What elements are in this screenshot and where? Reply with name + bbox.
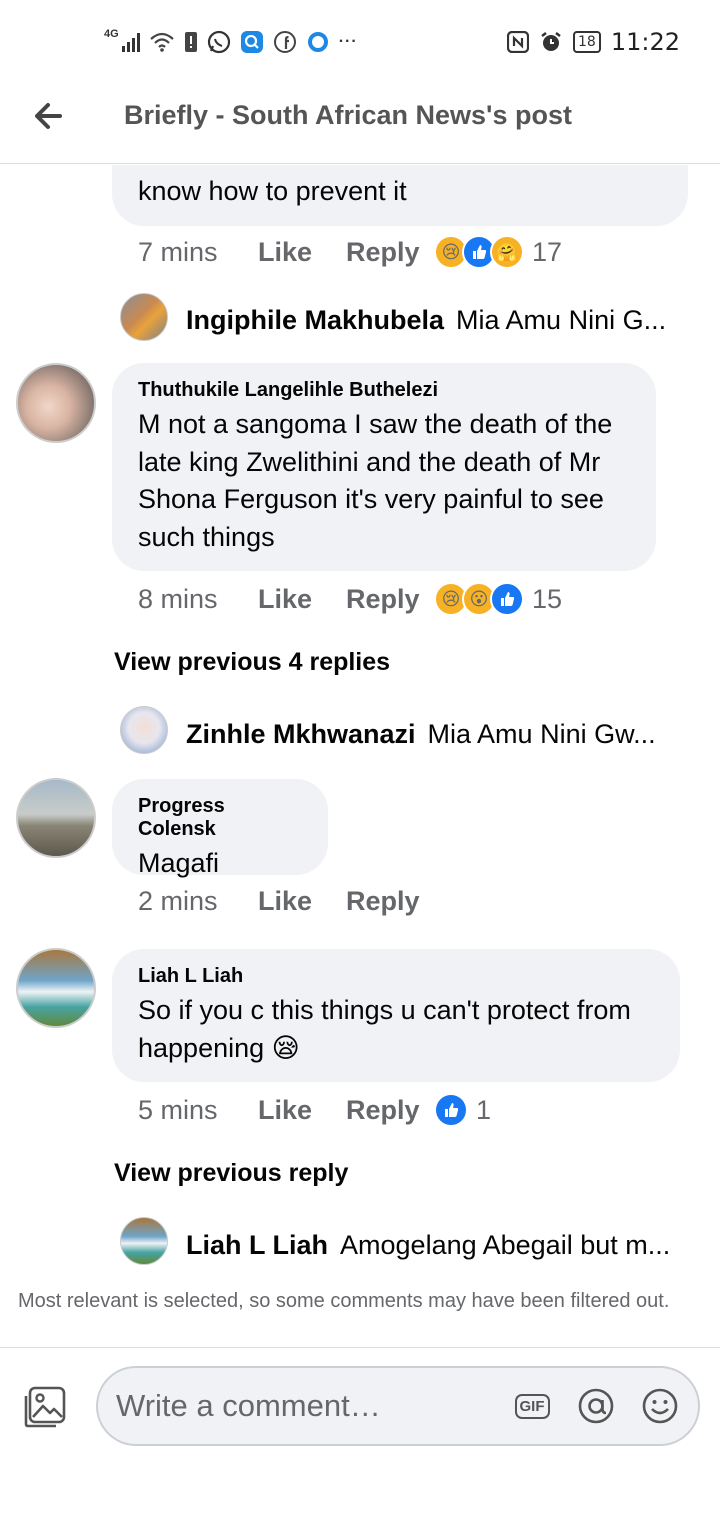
search-app-icon [240, 30, 264, 54]
comment-actions: 8 mins Like Reply 😢 😮 15 [138, 582, 562, 616]
messenger-icon [306, 30, 330, 54]
reply-author: Ingiphile Makhubela [186, 305, 445, 335]
comment-text: So if you c this things u can't protect … [138, 995, 631, 1063]
reply-preview[interactable]: Zinhle Mkhwanazi Mia Amu Nini Gw... [186, 719, 656, 750]
back-arrow-icon[interactable] [30, 96, 70, 136]
avatar[interactable] [16, 363, 96, 443]
alert-icon [184, 31, 198, 53]
comment-author[interactable]: Progress Colensk [138, 795, 302, 841]
reply-author: Liah L Liah [186, 1230, 329, 1260]
like-button[interactable]: Like [258, 886, 346, 917]
wifi-icon [149, 31, 175, 53]
comment-input[interactable] [116, 1382, 496, 1430]
comment-bubble[interactable]: Progress Colensk Magafi [112, 779, 328, 878]
comment-time: 5 mins [138, 1094, 218, 1125]
gif-button[interactable]: GIF [512, 1386, 552, 1426]
whatsapp-icon [207, 30, 231, 54]
more-notifications-icon: ··· [338, 33, 358, 50]
avatar[interactable] [120, 706, 168, 754]
nfc-icon [507, 31, 529, 53]
comment-composer[interactable]: GIF [96, 1366, 700, 1446]
reply-text: Mia Amu Nini Gw... [427, 719, 656, 749]
comment-text: Magafi [138, 848, 220, 878]
divider [0, 1347, 720, 1348]
reply-button[interactable]: Reply [346, 237, 434, 268]
care-reaction-icon: 🤗 [490, 235, 524, 269]
gif-icon: GIF [514, 1393, 550, 1419]
smiley-icon [642, 1388, 678, 1424]
like-button[interactable]: Like [258, 237, 346, 268]
network-type: 4G [104, 28, 119, 40]
avatar[interactable] [120, 293, 168, 341]
top-header: Briefly - South African News's post [0, 84, 720, 164]
view-previous-replies[interactable]: View previous 4 replies [114, 648, 390, 677]
avatar[interactable] [16, 778, 96, 858]
mention-button[interactable] [576, 1386, 616, 1426]
view-previous-replies[interactable]: View previous reply [114, 1159, 348, 1188]
like-button[interactable]: Like [258, 584, 346, 615]
emoji-button[interactable] [640, 1386, 680, 1426]
reactions[interactable]: 😢 🤗 17 [434, 235, 562, 269]
signal-icon [121, 32, 140, 52]
clock: 11:22 [610, 28, 680, 56]
avatar[interactable] [120, 1217, 168, 1265]
status-bar: 4G ··· 18 11:22 [0, 0, 720, 84]
reactions[interactable]: 1 [434, 1093, 491, 1127]
comments-feed[interactable]: know how to prevent it 7 mins Like Reply… [0, 165, 720, 1280]
page-title: Briefly - South African News's post [124, 100, 572, 130]
comment-author[interactable]: Liah L Liah [138, 965, 654, 988]
like-reaction-icon [490, 582, 524, 616]
alarm-icon [539, 30, 563, 54]
comment-text: know how to prevent it [138, 176, 407, 206]
comment-bubble[interactable]: know how to prevent it [112, 165, 688, 226]
battery-icon: 18 [573, 31, 601, 53]
comment-actions: 2 mins Like Reply [138, 886, 434, 917]
at-sign-icon [578, 1388, 614, 1424]
reply-button[interactable]: Reply [346, 886, 434, 917]
status-icons-right: 18 11:22 [507, 26, 680, 58]
reply-button[interactable]: Reply [346, 584, 434, 615]
comment-actions: 5 mins Like Reply 1 [138, 1093, 491, 1127]
photo-icon[interactable] [22, 1384, 68, 1430]
reaction-count: 17 [532, 236, 563, 267]
status-icons-left: 4G ··· [104, 26, 358, 58]
comment-bubble[interactable]: Liah L Liah So if you c this things u ca… [112, 949, 680, 1082]
reaction-count: 1 [476, 1094, 492, 1125]
reply-text: Amogelang Abegail but m... [340, 1230, 671, 1260]
comment-bubble[interactable]: Thuthukile Langelihle Buthelezi M not a … [112, 363, 656, 571]
comment-time: 7 mins [138, 236, 218, 267]
comment-time: 2 mins [138, 886, 218, 916]
like-button[interactable]: Like [258, 1095, 346, 1126]
facebook-icon [273, 30, 297, 54]
like-reaction-icon [434, 1093, 468, 1127]
reaction-count: 15 [532, 583, 563, 614]
comment-actions: 7 mins Like Reply 😢 🤗 17 [138, 235, 562, 269]
comment-text: M not a sangoma I saw the death of the l… [138, 409, 613, 552]
reply-text: Mia Amu Nini G... [456, 305, 667, 335]
reactions[interactable]: 😢 😮 15 [434, 582, 562, 616]
comment-time: 8 mins [138, 583, 218, 614]
reply-preview[interactable]: Ingiphile Makhubela Mia Amu Nini G... [186, 305, 666, 336]
reply-preview[interactable]: Liah L Liah Amogelang Abegail but m... [186, 1230, 670, 1261]
comment-author[interactable]: Thuthukile Langelihle Buthelezi [138, 379, 630, 402]
reply-author: Zinhle Mkhwanazi [186, 719, 416, 749]
avatar[interactable] [16, 948, 96, 1028]
reply-button[interactable]: Reply [346, 1095, 434, 1126]
filter-note: Most relevant is selected, so some comme… [18, 1290, 670, 1312]
